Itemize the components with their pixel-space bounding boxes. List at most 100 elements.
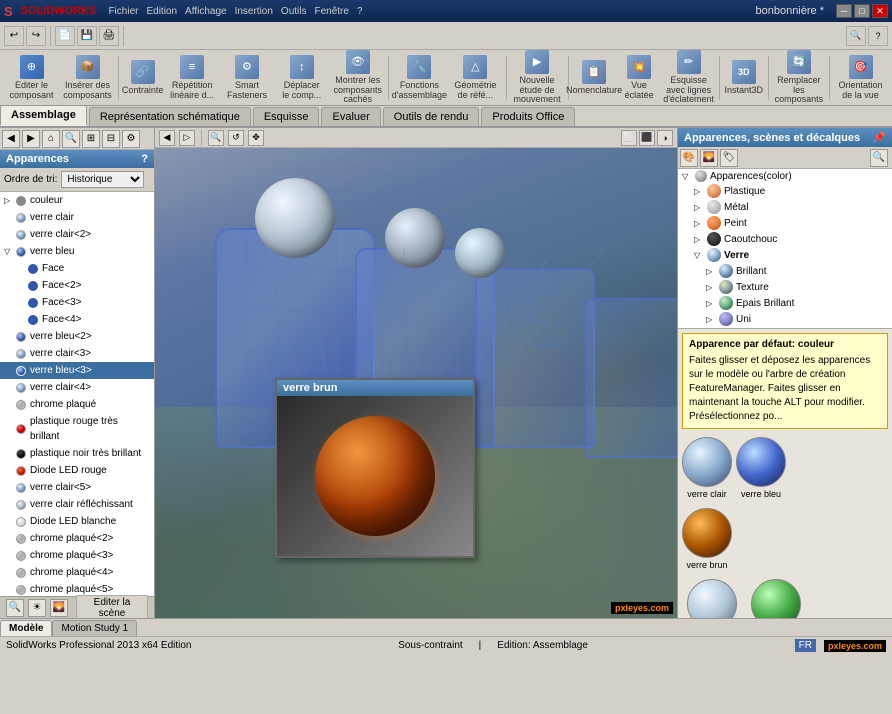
tab-assemblage[interactable]: Assemblage (0, 105, 87, 126)
vp-display-btn[interactable]: ⬜ (621, 130, 637, 146)
list-item[interactable]: ▷ verre clair réfléchissant (0, 496, 154, 513)
list-item[interactable]: ▷ Face<2> (0, 277, 154, 294)
menubar-affichage[interactable]: Affichage (185, 6, 227, 17)
panel-forward-btn[interactable]: ▶ (22, 130, 40, 148)
tree-item-peint[interactable]: ▷ Peint (678, 215, 892, 231)
list-item[interactable]: ▷ chrome plaqué<5> (0, 581, 154, 596)
edit-component-btn[interactable]: ⊕ Editer le composant (4, 52, 59, 104)
swatch-verre-vert-ref[interactable]: verre vert réfléchissant (746, 579, 806, 618)
tree-item-uni[interactable]: ▷ Uni (678, 311, 892, 327)
right-panel-pin-btn[interactable]: 📌 (872, 131, 886, 144)
list-item[interactable]: ▷ verre bleu<2> (0, 328, 154, 345)
menubar-insertion[interactable]: Insertion (235, 6, 273, 17)
close-button[interactable]: ✕ (872, 4, 888, 18)
swatch-verre-bleu[interactable]: verre bleu (736, 437, 786, 500)
tree-item-caoutchouc[interactable]: ▷ Caoutchouc (678, 231, 892, 247)
tree-item-texture[interactable]: ▷ Texture (678, 279, 892, 295)
tree-item-epais-brillant[interactable]: ▷ Epais Brillant (678, 295, 892, 311)
scene-tool-2[interactable]: ☀ (28, 599, 46, 617)
panel-home-btn[interactable]: ⌂ (42, 130, 60, 148)
toolbar-btn-3[interactable]: 📄 (55, 26, 75, 46)
tab-evaluer[interactable]: Evaluer (321, 107, 380, 126)
fonctions-btn[interactable]: 🔧 Fonctions d'assemblage (392, 52, 447, 104)
tree-item-verre[interactable]: ▽ Verre (678, 247, 892, 263)
list-item[interactable]: ▷ chrome plaqué (0, 396, 154, 413)
btab-motion-study[interactable]: Motion Study 1 (52, 620, 137, 636)
list-item[interactable]: ▷ plastique rouge très brillant (0, 413, 154, 445)
list-item[interactable]: ▽ verre bleu (0, 243, 154, 260)
options-btn[interactable]: ? (868, 26, 888, 46)
list-item[interactable]: ▷ chrome plaqué<3> (0, 547, 154, 564)
appearances-help-btn[interactable]: ? (141, 153, 148, 165)
list-item[interactable]: ▷ chrome plaqué<4> (0, 564, 154, 581)
vp-wire-btn[interactable]: ⬛ (639, 130, 655, 146)
list-item-selected[interactable]: ▷ verre bleu<3> (0, 362, 154, 379)
vp-nav-btn[interactable]: ◀ (159, 130, 175, 146)
toolbar-btn-5[interactable]: 🖨 (99, 26, 119, 46)
list-item[interactable]: ▷ plastique noir très brillant (0, 445, 154, 462)
panel-expand-btn[interactable]: ⊞ (82, 130, 100, 148)
list-item[interactable]: ▷ verre clair<2> (0, 226, 154, 243)
tree-item-appearances[interactable]: ▽ Apparences(color) (678, 169, 892, 183)
toolbar-btn-1[interactable]: ↩ (4, 26, 24, 46)
remplacer-btn[interactable]: 🔄 Remplacer les composants (771, 50, 826, 106)
search-btn[interactable]: 🔍 (846, 26, 866, 46)
menubar-fenetre[interactable]: Fenêtre (314, 6, 348, 17)
toolbar-btn-4[interactable]: 💾 (77, 26, 97, 46)
tab-representation-schematique[interactable]: Représentation schématique (89, 107, 251, 126)
vp-nav-btn-2[interactable]: ▷ (179, 130, 195, 146)
list-item[interactable]: ▷ Face<3> (0, 294, 154, 311)
edit-scene-button[interactable]: Editer la scène (76, 595, 148, 619)
scene-tool-1[interactable]: 🔍 (6, 599, 24, 617)
sort-select[interactable]: Historique Alphabétique Par type (61, 171, 144, 188)
vue-eclatee-btn[interactable]: 💥 Vue éclatée (618, 52, 660, 104)
minimize-button[interactable]: ─ (836, 4, 852, 18)
menubar-outils[interactable]: Outils (281, 6, 307, 17)
insert-components-btn[interactable]: 📦 Insérer des composants (60, 52, 115, 104)
scene-3d[interactable]: verre brun pxleyes.com (155, 148, 677, 618)
nomenclature-btn[interactable]: 📋 Nomenclature (571, 57, 617, 99)
tree-item-metal[interactable]: ▷ Métal (678, 199, 892, 215)
vp-pan-btn[interactable]: ✥ (248, 130, 264, 146)
menubar-edition[interactable]: Edition (146, 6, 177, 17)
list-item[interactable]: ▷ Diode LED rouge (0, 462, 154, 479)
list-item[interactable]: ▷ couleur (0, 192, 154, 209)
instant3d-btn[interactable]: 3D Instant3D (723, 57, 765, 99)
tab-produits-office[interactable]: Produits Office (481, 107, 575, 126)
tree-item-lumieres[interactable]: ▷ Lumières (678, 327, 892, 329)
list-item[interactable]: ▷ Face (0, 260, 154, 277)
tree-item-brillant[interactable]: ▷ Brillant (678, 263, 892, 279)
toolbar-btn-2[interactable]: ↪ (26, 26, 46, 46)
panel-back-btn[interactable]: ◀ (2, 130, 20, 148)
tab-outils-rendu[interactable]: Outils de rendu (383, 107, 480, 126)
deplacer-btn[interactable]: ↕ Déplacer le comp... (274, 52, 329, 104)
repetition-btn[interactable]: ≡ Répétition linéaire d... (165, 52, 220, 104)
rp-tool-1[interactable]: 🎨 (680, 149, 698, 167)
menubar-help[interactable]: ? (357, 6, 363, 17)
vp-shade-btn[interactable]: ◑ (657, 130, 673, 146)
esquisse-lignes-btn[interactable]: ✏ Esquisse avec lignes d'éclatement (661, 50, 716, 106)
swatch-verre-clair-ref[interactable]: verre clair réfléchissant (682, 579, 742, 618)
scene-tool-3[interactable]: 🌄 (50, 599, 68, 617)
panel-config-btn[interactable]: ⚙ (122, 130, 140, 148)
tab-esquisse[interactable]: Esquisse (253, 107, 320, 126)
tree-item-plastique[interactable]: ▷ Plastique (678, 183, 892, 199)
panel-search-btn[interactable]: 🔍 (62, 130, 80, 148)
list-item[interactable]: ▷ verre clair<5> (0, 479, 154, 496)
rp-search-btn[interactable]: 🔍 (870, 149, 888, 167)
list-item[interactable]: ▷ verre clair<3> (0, 345, 154, 362)
vp-zoom-btn[interactable]: 🔍 (208, 130, 224, 146)
montrer-btn[interactable]: 👁 Montrer les composants cachés (330, 50, 385, 106)
orientation-btn[interactable]: 🎯 Orientation de la vue (833, 52, 888, 104)
rp-tool-2[interactable]: 🌄 (700, 149, 718, 167)
vp-rotate-btn[interactable]: ↺ (228, 130, 244, 146)
geometrie-btn[interactable]: △ Géométrie de réfé... (448, 52, 503, 104)
btab-modele[interactable]: Modèle (0, 620, 52, 636)
nouvelle-etude-btn[interactable]: ▶ Nouvelle étude de mouvement (510, 50, 565, 106)
maximize-button[interactable]: □ (854, 4, 870, 18)
swatch-verre-brun[interactable]: verre brun (682, 508, 732, 571)
smart-fasteners-btn[interactable]: ⚙ Smart Fasteners (221, 52, 274, 104)
menubar-file[interactable]: Fichier (108, 6, 138, 17)
contrainte-btn[interactable]: 🔗 Contrainte (122, 57, 164, 99)
rp-tool-3[interactable]: 🏷 (720, 149, 738, 167)
